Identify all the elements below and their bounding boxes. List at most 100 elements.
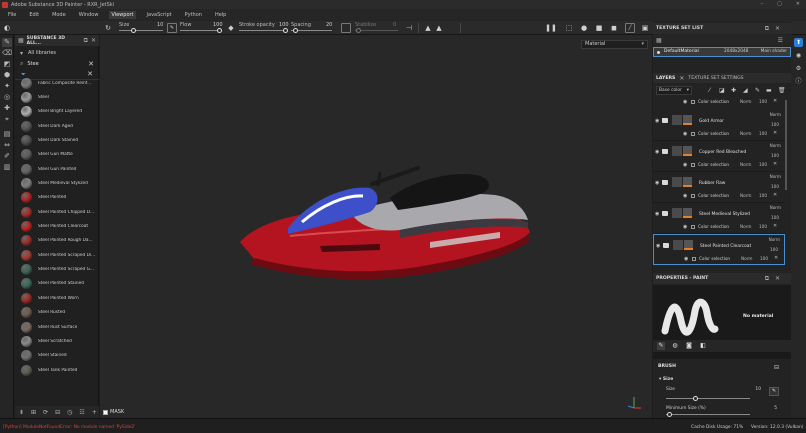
- min-size-slider-handle[interactable]: [667, 412, 672, 417]
- effect-opacity[interactable]: 100: [759, 224, 767, 229]
- projection-icon[interactable]: ◩: [2, 60, 12, 69]
- shelf-close-icon[interactable]: ✕: [91, 37, 96, 44]
- size-slider-handle[interactable]: [131, 28, 136, 33]
- brush-tab-icon[interactable]: ✎: [657, 342, 665, 350]
- mask-tab-icon[interactable]: ◧: [699, 342, 707, 350]
- pen-pressure-icon[interactable]: ✎: [167, 23, 177, 33]
- flow-value[interactable]: 100: [213, 22, 223, 28]
- smudge-icon[interactable]: ✦: [2, 82, 12, 91]
- eye-icon[interactable]: ◉: [655, 211, 659, 217]
- brush-options-icon[interactable]: ⊟: [774, 364, 779, 371]
- material-list-item[interactable]: Steel Painted Scraped Di...: [15, 248, 99, 262]
- stencil-tab-icon[interactable]: ◙: [685, 342, 693, 350]
- list-view-icon[interactable]: ☷: [79, 409, 84, 416]
- remove-icon[interactable]: ✕: [774, 255, 778, 261]
- min-size-value[interactable]: 5: [774, 406, 777, 411]
- export-icon[interactable]: ▥: [2, 163, 12, 172]
- layer-row[interactable]: ◉ Copper Red Bleached Norm 100 ◉ Color select…: [653, 141, 785, 172]
- add-fill-layer-icon[interactable]: ◢: [743, 87, 748, 94]
- menu-python[interactable]: Python: [183, 11, 204, 19]
- symmetry-mirror-icon[interactable]: ▲: [423, 23, 433, 33]
- menu-window[interactable]: Window: [77, 11, 101, 19]
- layer-opacity[interactable]: 100: [771, 184, 779, 189]
- material-list-item[interactable]: Steel Stained: [15, 349, 99, 363]
- eye-icon[interactable]: ◉: [683, 131, 687, 137]
- library-selector[interactable]: ▾ All libraries: [15, 48, 99, 58]
- effect-opacity[interactable]: 100: [759, 193, 767, 198]
- material-list-item[interactable]: Steel Painted Rough Da...: [15, 234, 99, 248]
- import-icon[interactable]: ⇟: [19, 409, 24, 416]
- layer-row[interactable]: ◉ Steel Medieval Stylized Norm 100 ◉ Color se…: [653, 203, 785, 234]
- flow-slider-handle[interactable]: [217, 28, 222, 33]
- brush-preset-icon[interactable]: ◐: [2, 23, 12, 33]
- material-list-item[interactable]: Steel Tank Painted: [15, 363, 99, 377]
- layer-blend-mode[interactable]: Norm: [770, 205, 781, 210]
- min-size-slider[interactable]: [666, 414, 750, 415]
- material-list-item[interactable]: Steel Painted Chipped D...: [15, 205, 99, 219]
- remove-icon[interactable]: ✕: [773, 161, 777, 167]
- display-settings-icon[interactable]: ◉: [794, 51, 803, 60]
- annotation-icon[interactable]: ✐: [2, 152, 12, 161]
- spacing-slider-handle[interactable]: [293, 28, 298, 33]
- stroke-opacity-value[interactable]: 100: [279, 22, 289, 28]
- material-list-item[interactable]: Steel Medieval Stylized: [15, 176, 99, 190]
- layer-opacity[interactable]: 100: [771, 215, 779, 220]
- mask-checkbox[interactable]: [103, 409, 108, 415]
- tab-texture-set-settings[interactable]: TEXTURE SET SETTINGS: [688, 76, 743, 81]
- mask-checkbox[interactable]: [691, 100, 695, 104]
- size-slider[interactable]: [119, 30, 163, 31]
- close-icon[interactable]: ✕: [796, 1, 800, 7]
- top-color-selection-row[interactable]: ◉ Color selection Norm 100 ✕: [653, 97, 785, 108]
- shelf-grid-icon[interactable]: ▦: [18, 37, 24, 44]
- effect-checkbox[interactable]: [691, 225, 695, 229]
- stabilize-value[interactable]: 0: [393, 22, 396, 28]
- remove-icon[interactable]: ✕: [773, 223, 777, 229]
- material-list-item[interactable]: Fabric Composite Reinf...: [15, 76, 99, 90]
- camera-icon[interactable]: ●: [579, 23, 589, 33]
- menu-mode[interactable]: Mode: [50, 11, 68, 19]
- cube-icon[interactable]: ◼: [609, 23, 619, 33]
- sub-effect-blend[interactable]: Norm: [740, 99, 751, 104]
- material-list-item[interactable]: Steel Scratched: [15, 334, 99, 348]
- material-list-item[interactable]: Steel Dark Aged: [15, 119, 99, 133]
- geometry-mask-icon[interactable]: ⌖: [2, 115, 12, 124]
- camera-frame-icon[interactable]: ⬚: [564, 23, 574, 33]
- eye-icon[interactable]: ◉: [655, 149, 659, 155]
- material-list-item[interactable]: Steel Bright Layered: [15, 105, 99, 119]
- layer-blend-mode[interactable]: Norm: [769, 237, 780, 242]
- texture-set-row[interactable]: DefaultMaterial 2048x2048 Main shader: [653, 47, 791, 57]
- add-folder-icon[interactable]: ▬: [766, 87, 772, 94]
- effect-checkbox[interactable]: [692, 257, 696, 261]
- panel-controls-icon[interactable]: ⧉✕: [765, 25, 786, 33]
- panel-controls-icon[interactable]: ⧉✕: [765, 275, 786, 283]
- brush-size-slider[interactable]: [666, 398, 750, 399]
- shelf-search-input[interactable]: ⌕ Stee ✕: [18, 59, 96, 69]
- video-icon[interactable]: ■: [594, 23, 604, 33]
- eye-icon[interactable]: ◉: [683, 193, 687, 199]
- lazy-mouse-checkbox[interactable]: [341, 23, 351, 33]
- sub-effect-opacity[interactable]: 100: [759, 99, 767, 104]
- maximize-icon[interactable]: ▢: [777, 1, 782, 7]
- layer-blend-mode[interactable]: Norm: [770, 143, 781, 148]
- layer-row[interactable]: ◉ Steel Painted Clearcoat Norm 100 ◉ Color se…: [653, 234, 785, 265]
- layer-effect-row[interactable]: ◉ Color selection Norm 100 ✕: [683, 130, 783, 139]
- stroke-opacity-slider-handle[interactable]: [283, 28, 288, 33]
- material-list-item[interactable]: Steel Rusted: [15, 306, 99, 320]
- remove-icon[interactable]: ✕: [773, 130, 777, 136]
- material-list-item[interactable]: Steel: [15, 90, 99, 104]
- menu-viewport[interactable]: Viewport: [109, 11, 136, 19]
- layer-blend-mode[interactable]: Norm: [770, 174, 781, 179]
- effect-checkbox[interactable]: [691, 132, 695, 136]
- eye-icon[interactable]: ◉: [656, 243, 660, 249]
- layer-row[interactable]: ◉ Gold Armor Norm 100 ◉ Color selection Norm 10…: [653, 110, 785, 141]
- picker-icon[interactable]: ✚: [2, 104, 12, 113]
- effect-checkbox[interactable]: [691, 194, 695, 198]
- add-effect-icon[interactable]: ⁄: [709, 87, 710, 94]
- measure-icon[interactable]: ⇔: [2, 141, 12, 150]
- layer-opacity[interactable]: 100: [771, 153, 779, 158]
- layer-effect-row[interactable]: ◉ Color selection Norm 100 ✕: [684, 255, 784, 264]
- paint-brush-icon[interactable]: ✎: [2, 38, 12, 47]
- material-list-item[interactable]: Steel Painted Scraped G...: [15, 262, 99, 276]
- size-value[interactable]: 10: [157, 22, 163, 28]
- delete-layer-icon[interactable]: 🗑: [778, 87, 786, 94]
